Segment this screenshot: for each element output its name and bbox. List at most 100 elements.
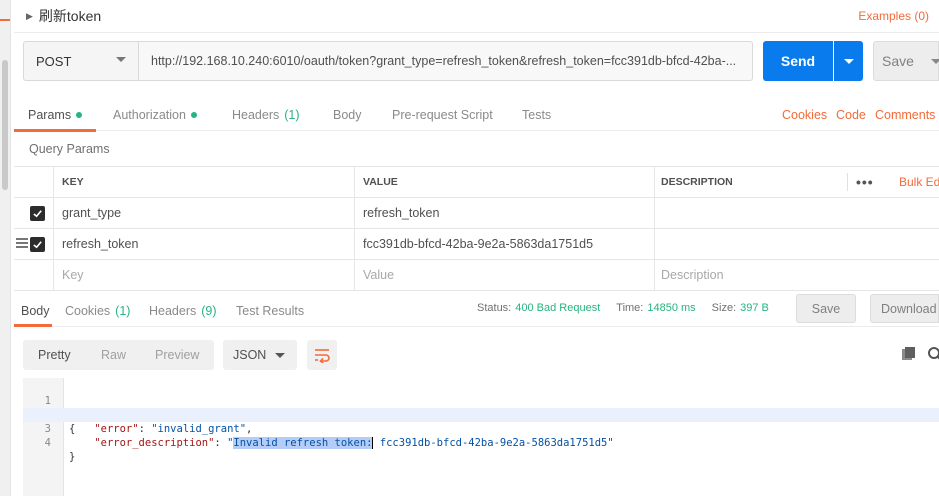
chevron-down-icon	[116, 57, 126, 62]
tab-count: (1)	[115, 304, 131, 318]
json-key: "error_description"	[94, 437, 215, 449]
format-select[interactable]: JSON	[223, 340, 297, 370]
row-checkbox-cell	[14, 198, 54, 228]
more-options-icon[interactable]: •••	[856, 167, 874, 197]
comments-link[interactable]: Comments	[875, 108, 935, 122]
response-body-editor[interactable]: 1 ▾ { 2 "error": "invalid_grant", 3 "err…	[23, 378, 939, 496]
tab-pre-request-script[interactable]: Pre-request Script	[392, 108, 493, 122]
response-status-bar: Status: 400 Bad Request Time: 14850 ms S…	[477, 302, 769, 314]
copy-icon[interactable]	[901, 346, 917, 362]
tab-label: Headers	[149, 304, 197, 318]
table-row-new: Key Value Description	[14, 260, 939, 291]
row-checkbox-cell	[14, 229, 54, 259]
preview-button[interactable]: Preview	[155, 340, 199, 370]
code-line: 4 }	[23, 422, 939, 463]
request-name[interactable]: 刷新token	[39, 6, 101, 26]
table-row: refresh_token fcc391db-bfcd-42ba-9e2a-58…	[14, 229, 939, 260]
tab-body[interactable]: Body	[333, 108, 362, 122]
raw-button[interactable]: Raw	[101, 340, 126, 370]
sidebar-scrollbar[interactable]	[2, 60, 8, 190]
drag-handle-icon[interactable]	[16, 238, 28, 250]
column-header-description: DESCRIPTION	[661, 176, 733, 188]
table-header-row: KEY VALUE DESCRIPTION ••• Bulk Ed	[14, 167, 939, 198]
save-button[interactable]: Save	[873, 41, 939, 81]
tab-response-body[interactable]: Body	[21, 304, 50, 318]
chevron-down-icon	[843, 58, 854, 64]
download-button[interactable]: Download	[870, 294, 939, 323]
tab-label: Authorization	[113, 108, 186, 122]
tab-tests[interactable]: Tests	[522, 108, 551, 122]
code-text: }	[69, 451, 76, 463]
tab-label: Headers	[232, 108, 280, 122]
examples-link[interactable]: Examples (0)	[858, 9, 929, 23]
code-line-active: 3 "error_description": "Invalid refresh …	[23, 408, 939, 449]
tab-label: Cookies	[65, 304, 111, 318]
code-line: 2 "error": "invalid_grant",	[23, 394, 939, 435]
chevron-down-icon[interactable]	[931, 59, 939, 64]
method-select[interactable]: POST	[23, 41, 138, 81]
left-active-marker	[0, 19, 10, 21]
param-description[interactable]	[655, 198, 939, 228]
status-dot-icon	[190, 112, 197, 118]
status-dot-icon	[76, 112, 83, 118]
divider	[14, 32, 939, 33]
tab-count: (9)	[201, 304, 217, 318]
params-table: KEY VALUE DESCRIPTION ••• Bulk Ed grant_…	[14, 166, 939, 291]
code-link[interactable]: Code	[836, 108, 866, 122]
send-button[interactable]: Send	[763, 41, 833, 81]
status-value[interactable]: 400 Bad Request	[515, 302, 600, 314]
request-title-row[interactable]: ▶ 刷新token	[26, 6, 101, 26]
tab-authorization[interactable]: Authorization	[113, 108, 197, 122]
time-value[interactable]: 14850 ms	[647, 302, 695, 314]
tab-label: Params	[28, 108, 72, 122]
pretty-button[interactable]: Pretty	[38, 340, 71, 370]
wrap-lines-icon	[315, 349, 330, 363]
query-params-label: Query Params	[29, 142, 110, 156]
new-key-input[interactable]: Key	[54, 260, 355, 290]
time-label: Time:	[616, 302, 644, 314]
param-key[interactable]: refresh_token	[54, 229, 355, 259]
tab-count: (1)	[284, 108, 300, 122]
tab-response-cookies[interactable]: Cookies (1)	[65, 304, 130, 318]
param-key[interactable]: grant_type	[54, 198, 355, 228]
send-options-button[interactable]	[834, 41, 863, 81]
tab-headers[interactable]: Headers (1)	[232, 108, 300, 122]
size-label: Size:	[711, 302, 737, 314]
tab-test-results[interactable]: Test Results	[236, 304, 304, 318]
bulk-edit-link[interactable]: Bulk Ed	[899, 167, 939, 197]
caret-right-icon[interactable]: ▶	[26, 11, 33, 22]
param-value[interactable]: refresh_token	[355, 198, 655, 228]
cookies-link[interactable]: Cookies	[782, 108, 827, 122]
save-response-button[interactable]: Save	[796, 294, 856, 323]
chevron-down-icon	[275, 353, 285, 358]
tab-response-headers[interactable]: Headers (9)	[149, 304, 217, 318]
url-input[interactable]	[138, 41, 753, 81]
line-number: 4	[44, 437, 51, 449]
param-checkbox[interactable]	[30, 205, 45, 221]
selected-text[interactable]: Invalid refresh token:	[233, 437, 373, 449]
table-row: grant_type refresh_token	[14, 198, 939, 229]
param-description[interactable]	[655, 229, 939, 259]
status-label: Status:	[477, 302, 512, 314]
param-value[interactable]: fcc391db-bfcd-42ba-9e2a-5863da1751d5	[355, 229, 655, 259]
wrap-lines-button[interactable]	[307, 340, 337, 370]
code-text: "error_description": "Invalid refresh to…	[94, 437, 614, 449]
size-value[interactable]: 397 B	[740, 302, 769, 314]
request-tabs: Params Authorization Headers (1) Body Pr…	[14, 100, 939, 131]
checkmark-icon	[33, 240, 42, 248]
active-tab-underline	[14, 129, 96, 132]
column-header-key: KEY	[54, 167, 355, 197]
tab-params[interactable]: Params	[28, 108, 83, 122]
param-checkbox[interactable]	[30, 236, 45, 252]
method-value: POST	[36, 53, 72, 69]
header-checkbox-cell	[14, 167, 54, 197]
search-icon[interactable]	[927, 346, 939, 362]
new-value-input[interactable]: Value	[355, 260, 655, 290]
json-value: fcc391db-bfcd-42ba-9e2a-5863da1751d5"	[373, 437, 614, 449]
column-header-value: VALUE	[355, 167, 655, 197]
format-value: JSON	[233, 348, 267, 362]
code-line: 1 ▾ {	[23, 380, 939, 435]
new-description-input[interactable]: Description	[655, 260, 939, 290]
row-checkbox-cell	[14, 260, 54, 290]
divider	[847, 173, 848, 191]
